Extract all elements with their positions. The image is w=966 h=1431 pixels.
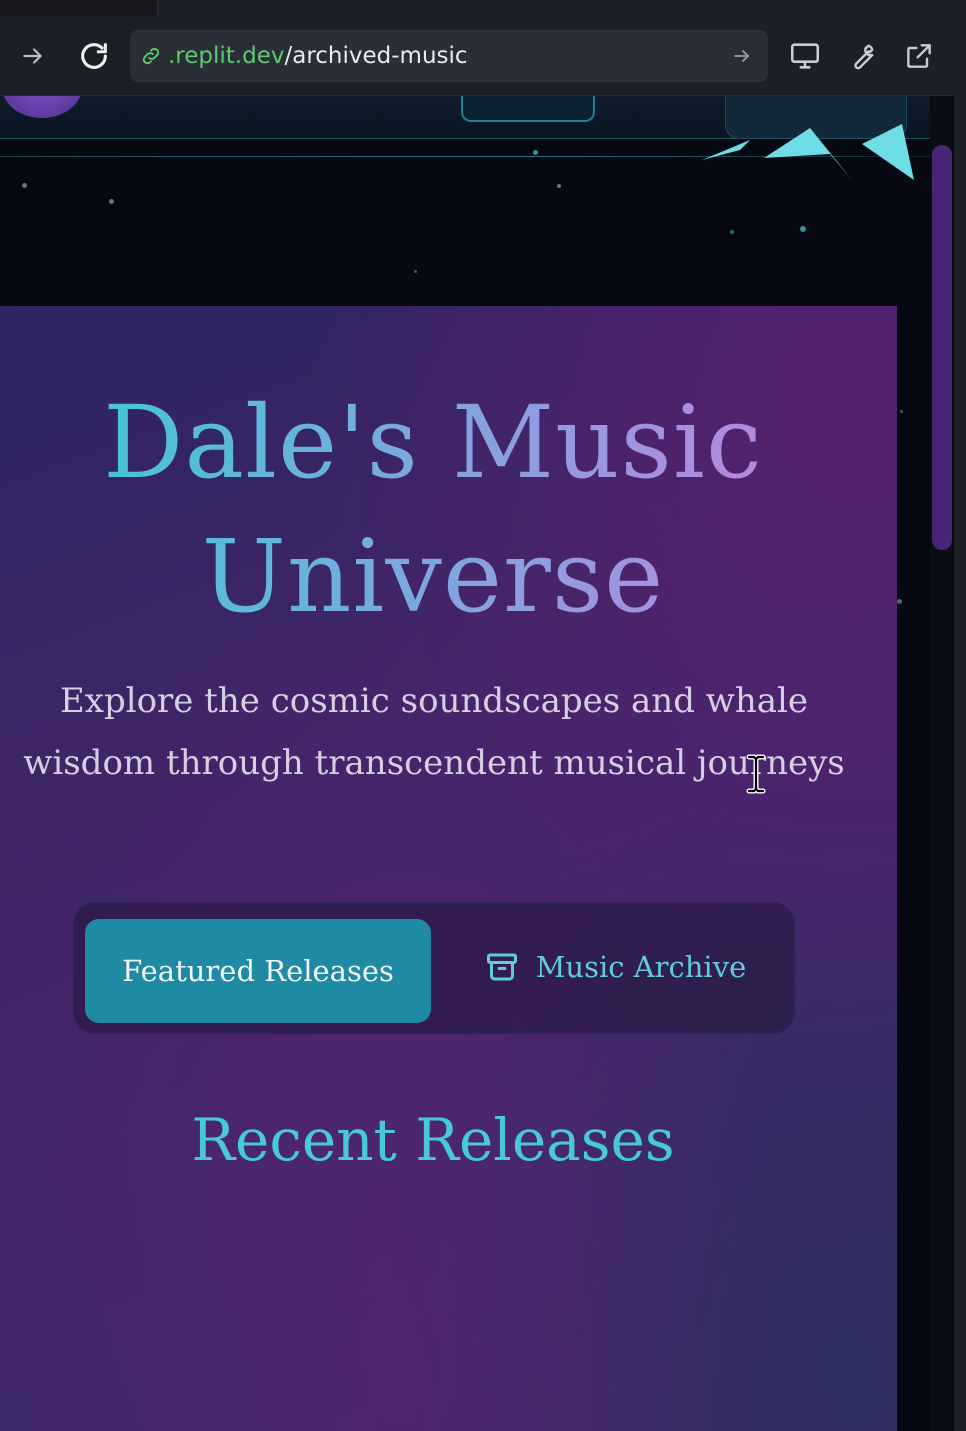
star-decoration bbox=[109, 199, 114, 204]
monitor-icon bbox=[790, 43, 820, 69]
crystal-decoration bbox=[702, 124, 914, 180]
text-cursor-icon bbox=[746, 754, 766, 794]
reload-icon bbox=[81, 43, 107, 69]
tab-featured-releases[interactable]: Featured Releases bbox=[85, 919, 431, 1023]
recent-releases-heading: Recent Releases bbox=[191, 1106, 675, 1174]
arrow-right-icon bbox=[23, 48, 42, 64]
star-decoration bbox=[22, 183, 27, 188]
url-text: .replit.dev/archived-music bbox=[168, 43, 468, 69]
page-viewport: Dale's Music Universe Explore the cosmic… bbox=[0, 96, 930, 1431]
forward-button[interactable] bbox=[11, 34, 55, 78]
nav-button[interactable] bbox=[461, 96, 595, 122]
archive-icon bbox=[484, 949, 520, 985]
page-scrollbar-thumb[interactable] bbox=[932, 145, 952, 550]
open-external-button[interactable] bbox=[897, 34, 941, 78]
tab-music-archive[interactable]: Music Archive bbox=[445, 919, 785, 1014]
external-link-icon bbox=[907, 44, 931, 68]
browser-toolbar: .replit.dev/archived-music bbox=[0, 0, 966, 96]
page-title: Dale's Music Universe bbox=[0, 376, 866, 644]
tab-music-archive-label: Music Archive bbox=[535, 949, 747, 984]
star-decoration bbox=[730, 230, 734, 234]
device-preview-button[interactable] bbox=[783, 34, 827, 78]
star-decoration bbox=[414, 270, 417, 273]
wrench-icon bbox=[854, 44, 874, 70]
star-decoration bbox=[533, 150, 538, 155]
tab-strip bbox=[0, 0, 966, 16]
star-decoration bbox=[897, 599, 902, 604]
star-decoration bbox=[900, 410, 903, 413]
hero-section: Dale's Music Universe Explore the cosmic… bbox=[0, 306, 897, 1431]
url-path: /archived-music bbox=[284, 43, 468, 69]
arrow-right-icon bbox=[734, 50, 749, 62]
url-domain: .replit.dev bbox=[168, 43, 285, 69]
reload-button[interactable] bbox=[72, 34, 116, 78]
devtools-button[interactable] bbox=[840, 34, 884, 78]
go-button[interactable] bbox=[730, 44, 754, 68]
window-edge bbox=[954, 0, 966, 1431]
star-decoration bbox=[557, 184, 561, 188]
link-icon bbox=[140, 44, 164, 68]
release-tabs: Featured Releases Music Archive bbox=[73, 902, 795, 1034]
star-decoration bbox=[800, 226, 806, 232]
active-tab[interactable] bbox=[158, 0, 954, 16]
address-bar[interactable]: .replit.dev/archived-music bbox=[130, 30, 768, 82]
hero-subtitle: Explore the cosmic soundscapes and whale… bbox=[23, 681, 845, 783]
